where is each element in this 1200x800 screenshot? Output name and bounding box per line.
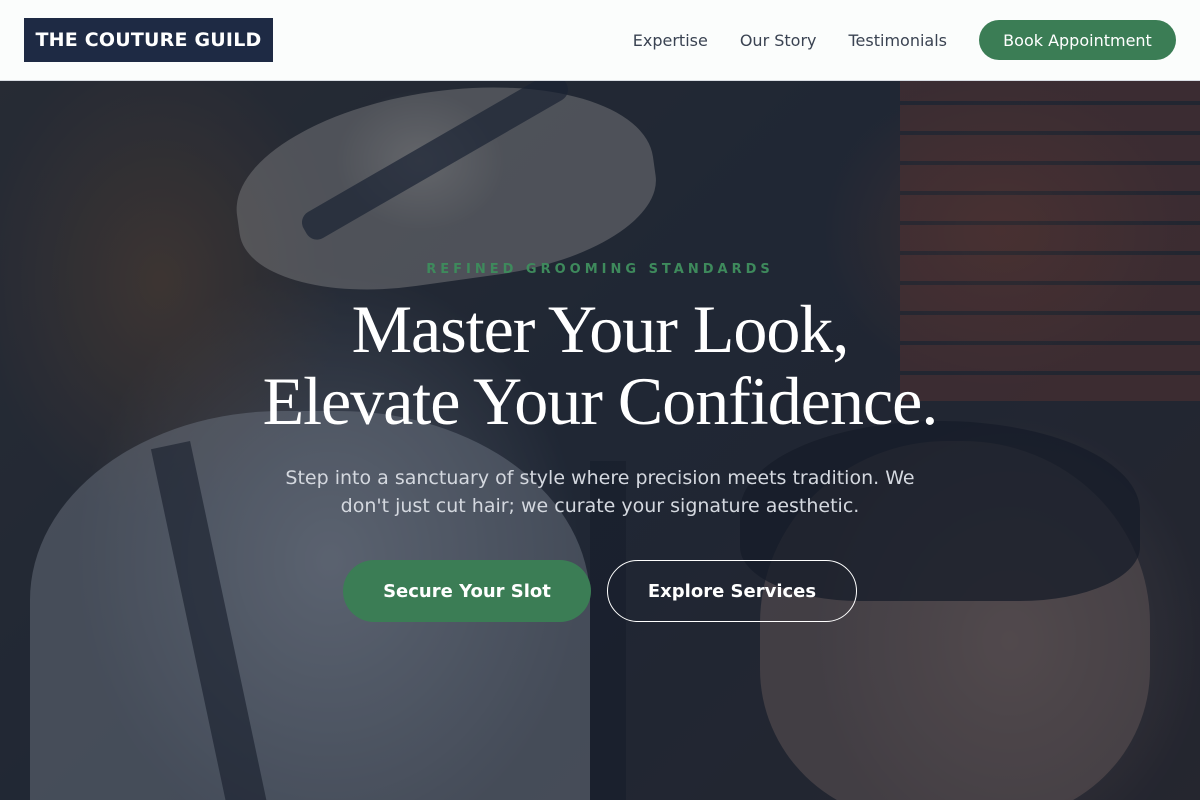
hero-subtext: Step into a sanctuary of style where pre… xyxy=(285,467,915,517)
hero-content: REFINED GROOMING STANDARDS Master Your L… xyxy=(0,81,1200,800)
headline-line-2: Elevate Your Confidence. xyxy=(262,363,939,439)
explore-services-button[interactable]: Explore Services xyxy=(607,560,857,622)
nav-link-our-story[interactable]: Our Story xyxy=(740,31,817,50)
brand-logo[interactable]: THE COUTURE GUILD xyxy=(24,18,273,62)
headline-line-1: Master Your Look, xyxy=(351,291,850,367)
nav-link-testimonials[interactable]: Testimonials xyxy=(849,31,948,50)
nav-link-expertise[interactable]: Expertise xyxy=(633,31,708,50)
nav-links: Expertise Our Story Testimonials Book Ap… xyxy=(633,20,1176,60)
top-navbar: THE COUTURE GUILD Expertise Our Story Te… xyxy=(0,0,1200,81)
secure-your-slot-button[interactable]: Secure Your Slot xyxy=(343,560,591,622)
hero-section: REFINED GROOMING STANDARDS Master Your L… xyxy=(0,81,1200,800)
hero-headline: Master Your Look, Elevate Your Confidenc… xyxy=(0,293,1200,437)
book-appointment-button[interactable]: Book Appointment xyxy=(979,20,1176,60)
hero-eyebrow: REFINED GROOMING STANDARDS xyxy=(426,262,774,277)
